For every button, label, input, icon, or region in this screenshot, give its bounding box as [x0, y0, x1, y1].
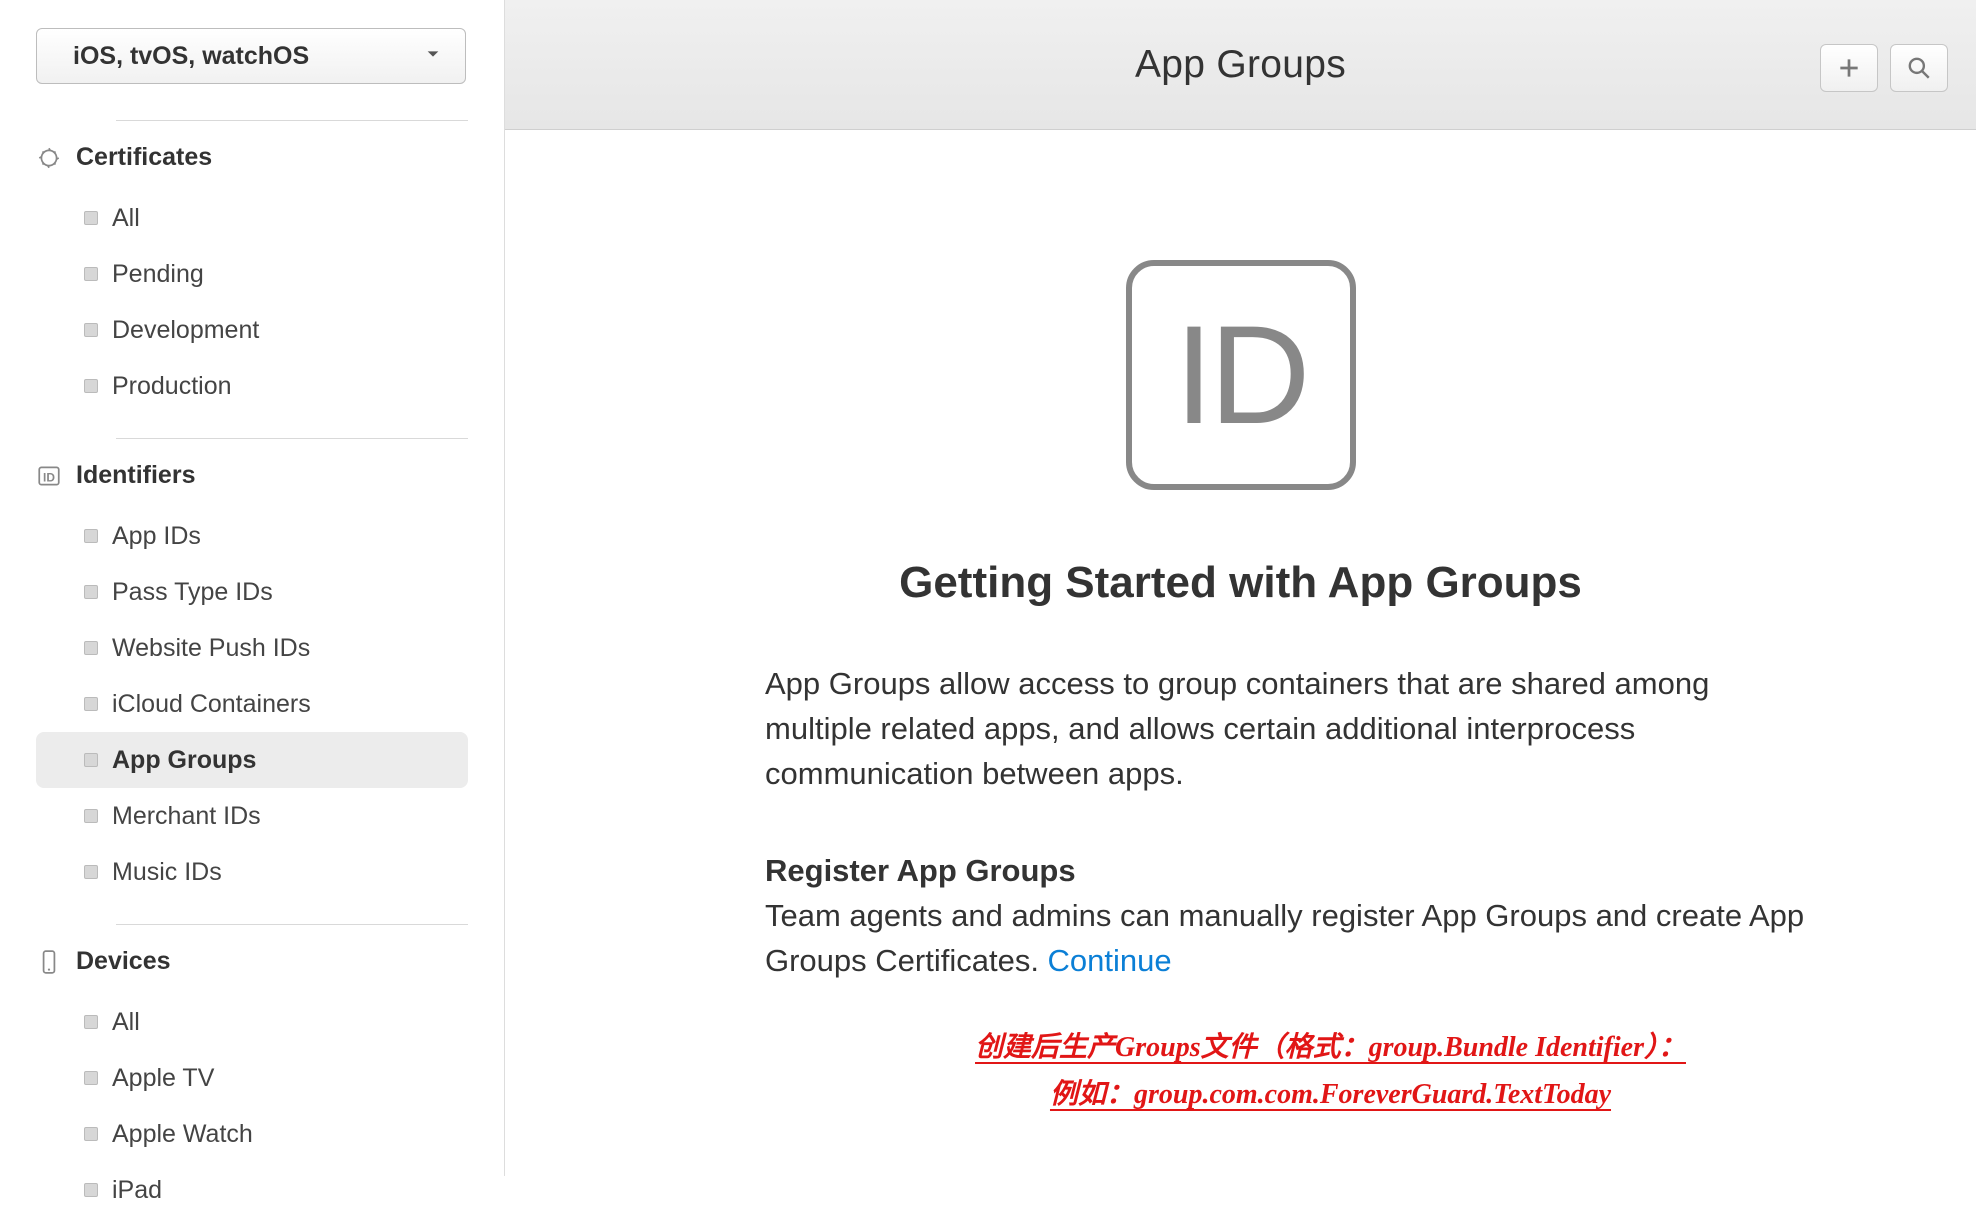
sidebar-item-cert-development[interactable]: Development	[36, 302, 468, 358]
bullet-icon	[84, 323, 98, 337]
section-identifiers: ID Identifiers App IDs Pass Type IDs Web…	[36, 461, 468, 900]
id-badge: ID	[1126, 260, 1356, 490]
sidebar-item-website-push-ids[interactable]: Website Push IDs	[36, 620, 468, 676]
sidebar-item-music-ids[interactable]: Music IDs	[36, 844, 468, 900]
hero-description: App Groups allow access to group contain…	[765, 662, 1815, 797]
bullet-icon	[84, 641, 98, 655]
sidebar-item-label: App Groups	[112, 746, 256, 775]
sidebar-item-label: Pass Type IDs	[112, 578, 273, 607]
main-body: ID Getting Started with App Groups App G…	[505, 130, 1976, 1176]
bullet-icon	[84, 697, 98, 711]
continue-link[interactable]: Continue	[1048, 943, 1172, 978]
identifiers-icon: ID	[36, 463, 62, 489]
section-title: Certificates	[76, 143, 212, 172]
plus-icon	[1836, 55, 1862, 81]
bullet-icon	[84, 1015, 98, 1029]
bullet-icon	[84, 211, 98, 225]
register-body: Team agents and admins can manually regi…	[765, 898, 1804, 978]
sidebar-item-label: Production	[112, 372, 232, 401]
sidebar-item-label: Merchant IDs	[112, 802, 261, 831]
app-root: iOS, tvOS, watchOS Certificates	[0, 0, 1976, 1176]
svg-text:ID: ID	[43, 470, 55, 484]
bullet-icon	[84, 585, 98, 599]
register-heading: Register App Groups	[765, 853, 1076, 888]
annotation: 创建后生产Groups文件（格式：group.Bundle Identifier…	[975, 1024, 1686, 1119]
sidebar-item-label: iCloud Containers	[112, 690, 311, 719]
sidebar-item-label: Music IDs	[112, 858, 222, 887]
bullet-icon	[84, 267, 98, 281]
section-header-identifiers: ID Identifiers	[36, 461, 468, 490]
bullet-icon	[84, 865, 98, 879]
sidebar-item-label: Apple Watch	[112, 1120, 253, 1149]
sidebar-item-app-groups[interactable]: App Groups	[36, 732, 468, 788]
sidebar-item-cert-production[interactable]: Production	[36, 358, 468, 414]
sidebar-item-label: iPad	[112, 1176, 162, 1205]
sidebar-item-label: Website Push IDs	[112, 634, 310, 663]
divider	[116, 924, 468, 925]
section-certificates: Certificates All Pending Development Pr	[36, 143, 468, 414]
search-icon	[1906, 55, 1932, 81]
sidebar-item-ipad[interactable]: iPad	[36, 1162, 468, 1218]
certificates-icon	[36, 145, 62, 171]
platform-selector-label: iOS, tvOS, watchOS	[73, 42, 309, 71]
sidebar-item-devices-all[interactable]: All	[36, 994, 468, 1050]
sidebar: iOS, tvOS, watchOS Certificates	[0, 0, 505, 1176]
page-title: App Groups	[1135, 43, 1346, 87]
sidebar-item-merchant-ids[interactable]: Merchant IDs	[36, 788, 468, 844]
annotation-line-1: 创建后生产Groups文件（格式：group.Bundle Identifier…	[975, 1024, 1686, 1072]
chevron-down-icon	[425, 46, 441, 67]
sidebar-item-label: Apple TV	[112, 1064, 214, 1093]
section-title: Devices	[76, 947, 171, 976]
bullet-icon	[84, 1183, 98, 1197]
sidebar-item-cert-pending[interactable]: Pending	[36, 246, 468, 302]
sidebar-item-label: All	[112, 1008, 140, 1037]
sidebar-item-label: App IDs	[112, 522, 201, 551]
sidebar-item-apple-watch[interactable]: Apple Watch	[36, 1106, 468, 1162]
bullet-icon	[84, 1127, 98, 1141]
bullet-icon	[84, 529, 98, 543]
section-title: Identifiers	[76, 461, 195, 490]
header-tools	[1820, 44, 1948, 92]
sidebar-item-label: Development	[112, 316, 259, 345]
bullet-icon	[84, 1071, 98, 1085]
main-header: App Groups	[505, 0, 1976, 130]
search-button[interactable]	[1890, 44, 1948, 92]
sidebar-item-cert-all[interactable]: All	[36, 190, 468, 246]
add-button[interactable]	[1820, 44, 1878, 92]
sidebar-item-label: Pending	[112, 260, 204, 289]
section-header-devices: Devices	[36, 947, 468, 976]
divider	[116, 120, 468, 121]
section-devices: Devices All Apple TV Apple Watch iPad	[36, 947, 468, 1218]
section-header-certificates: Certificates	[36, 143, 468, 172]
bullet-icon	[84, 379, 98, 393]
sidebar-item-icloud-containers[interactable]: iCloud Containers	[36, 676, 468, 732]
bullet-icon	[84, 809, 98, 823]
main-panel: App Groups ID Getting Star	[505, 0, 1976, 1176]
bullet-icon	[84, 753, 98, 767]
annotation-line-2: 例如：group.com.com.ForeverGuard.TextToday	[975, 1071, 1686, 1119]
divider	[116, 438, 468, 439]
sidebar-item-label: All	[112, 204, 140, 233]
sidebar-item-app-ids[interactable]: App IDs	[36, 508, 468, 564]
sidebar-item-pass-type-ids[interactable]: Pass Type IDs	[36, 564, 468, 620]
hero-title: Getting Started with App Groups	[899, 558, 1582, 608]
sidebar-item-apple-tv[interactable]: Apple TV	[36, 1050, 468, 1106]
id-badge-text: ID	[1175, 294, 1307, 456]
platform-selector[interactable]: iOS, tvOS, watchOS	[36, 28, 466, 84]
devices-icon	[36, 949, 62, 975]
register-block: Register App Groups Team agents and admi…	[765, 849, 1815, 984]
